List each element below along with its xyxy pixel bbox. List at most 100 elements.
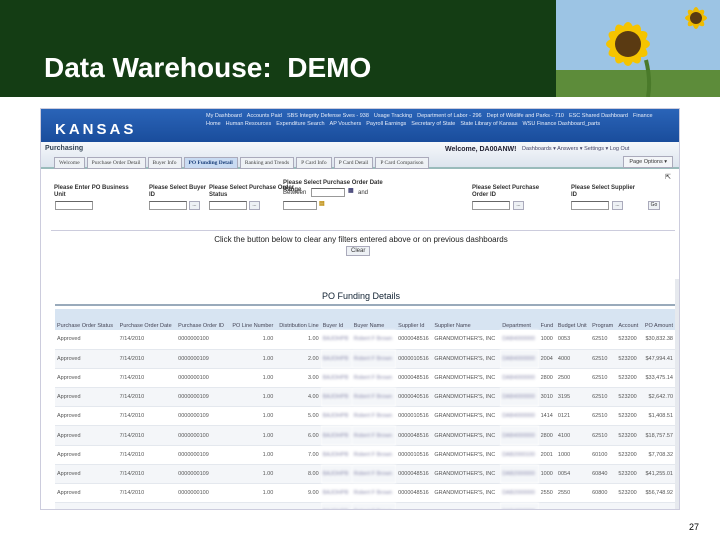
table-row: Approved 7/14/2010 0000000109 1.00 5.00 BAJOH…: [55, 406, 675, 427]
column-header[interactable]: Budget Unit: [555, 309, 591, 330]
dashboard-link[interactable]: Department of Labor - 296: [417, 113, 482, 119]
table-cell: DAB2000000: [500, 483, 539, 504]
po-id-browse-button[interactable]: ...: [513, 201, 524, 210]
slide-title: Data Warehouse: DEMO: [44, 52, 372, 83]
dashboard-link[interactable]: Secretary of State: [411, 121, 455, 127]
tab-p-card-detail[interactable]: P Card Detail: [333, 157, 374, 169]
buyer-browse-button[interactable]: ...: [189, 201, 200, 210]
column-header[interactable]: Program: [590, 309, 617, 330]
table-cell: 0000010516: [396, 502, 433, 509]
status-browse-button[interactable]: ...: [249, 201, 260, 210]
column-header[interactable]: Supplier Name: [432, 309, 501, 330]
dashboard-link[interactable]: My Dashboard: [206, 113, 242, 119]
table-cell: 0000000100: [176, 330, 229, 350]
supplier-browse-button[interactable]: ...: [612, 201, 623, 210]
table-cell: 1000: [555, 502, 591, 509]
column-header[interactable]: PO Amount: [641, 309, 675, 330]
table-cell: 7/14/2010: [117, 483, 177, 504]
table-cell: 0000048516: [396, 483, 433, 504]
table-cell: 1000: [555, 445, 591, 465]
table-cell: 2550: [555, 483, 591, 504]
table-cell: Robert F Brown: [351, 483, 397, 504]
clear-button[interactable]: Clear: [346, 246, 371, 256]
scrollbar[interactable]: [675, 279, 679, 509]
column-header[interactable]: Purchase Order Status: [55, 309, 118, 330]
column-header[interactable]: Supplier Id: [396, 309, 433, 330]
dashboard-link[interactable]: State Library of Kansas: [460, 121, 517, 127]
global-nav[interactable]: Dashboards ▾ Answers ▾ Settings ▾ Log Ou…: [522, 146, 629, 152]
calendar-icon[interactable]: ▤: [319, 201, 325, 208]
dashboard-link[interactable]: AP Vouchers: [330, 121, 362, 127]
column-header[interactable]: Distribution Line: [275, 309, 321, 330]
business-unit-input[interactable]: [55, 201, 93, 210]
table-cell: GRANDMOTHER'S, INC: [432, 330, 501, 350]
tab-po-funding-detail[interactable]: PO Funding Detail: [183, 157, 238, 169]
table-row: Approved 7/14/2010 0000000109 1.00 8.00 BAJOH…: [55, 464, 675, 485]
po-id-input[interactable]: [472, 201, 510, 210]
end-date-input[interactable]: [283, 201, 317, 210]
table-cell: Approved: [55, 349, 118, 369]
table-cell: 0000048516: [396, 368, 433, 389]
tab-p-card-info[interactable]: P Card Info: [296, 157, 332, 169]
table-row: Approved 7/14/2010 0000000109 1.00 7.00 BAJOH…: [55, 445, 675, 465]
page-options-button[interactable]: Page Options ▾: [623, 156, 673, 168]
table-row: Approved 7/14/2010 0000000109 1.00 2.00 BAJOH…: [55, 349, 675, 369]
dashboard-link[interactable]: Payroll Earnings: [366, 121, 406, 127]
start-date-input[interactable]: [311, 188, 345, 197]
table-cell: BAJOHPB: [320, 349, 352, 369]
table-cell: 7/14/2010: [117, 406, 177, 427]
table-cell: 1.00: [275, 330, 321, 350]
table-cell: 0000010516: [396, 445, 433, 465]
collapse-icon[interactable]: ⇱: [665, 173, 671, 181]
table-cell: GRANDMOTHER'S, INC: [432, 349, 501, 369]
table-cell: 7/14/2010: [117, 445, 177, 465]
column-header[interactable]: Buyer Name: [351, 309, 397, 330]
table-cell: Robert F Brown: [351, 425, 397, 446]
dashboard-link[interactable]: Usage Tracking: [374, 113, 412, 119]
table-cell: 62510: [590, 406, 617, 427]
dashboard-link[interactable]: Dept of Wildlife and Parks - 710: [487, 113, 564, 119]
table-cell: BAJOHPB: [320, 425, 352, 446]
dashboard-link[interactable]: WSU Finance Dashboard_parts: [522, 121, 600, 127]
table-cell: Approved: [55, 330, 118, 350]
table-cell: 10.00: [275, 502, 321, 509]
table-cell: 4.00: [275, 387, 321, 408]
dashboard-link[interactable]: Human Resources: [226, 121, 272, 127]
tab-welcome[interactable]: Welcome: [54, 157, 85, 169]
supplier-input[interactable]: [571, 201, 609, 210]
table-cell: 0000000109: [176, 387, 229, 408]
column-header[interactable]: Account: [616, 309, 642, 330]
column-header[interactable]: Purchase Order Date: [117, 309, 177, 330]
calendar-icon[interactable]: ▦: [348, 188, 354, 195]
table-cell: 7/14/2010: [117, 502, 177, 509]
dashboard-link[interactable]: ESC Shared Dashboard: [569, 113, 628, 119]
dashboard-link[interactable]: Expenditure Search: [276, 121, 324, 127]
table-cell: $18,757.57: [641, 425, 675, 446]
table-cell: 2800: [538, 368, 556, 389]
table-cell: $30,832.38: [641, 330, 675, 350]
tab-purchase-order-detail[interactable]: Purchase Order Detail: [86, 157, 146, 169]
dashboard-link[interactable]: Accounts Paid: [247, 113, 282, 119]
dashboard-link[interactable]: SBS Integrity Defense Sves - 938: [287, 113, 369, 119]
table-cell: 523200: [616, 387, 642, 408]
table-cell: 1.00: [228, 445, 276, 465]
table-cell: DAB4000000: [500, 502, 539, 509]
tab-ranking-and-trends[interactable]: Ranking and Trends: [239, 157, 295, 169]
table-cell: Approved: [55, 387, 118, 408]
status-input[interactable]: [209, 201, 247, 210]
table-cell: 1.00: [228, 425, 276, 446]
tab-p-card-comparison[interactable]: P Card Comparison: [375, 157, 429, 169]
column-header[interactable]: Purchase Order ID: [176, 309, 229, 330]
table-cell: 2001: [538, 445, 556, 465]
buyer-input[interactable]: [149, 201, 187, 210]
go-button[interactable]: Go: [648, 201, 660, 210]
column-header[interactable]: Department: [500, 309, 539, 330]
column-header[interactable]: Fund: [538, 309, 556, 330]
table-cell: 0121: [555, 406, 591, 427]
sunflower-image: [556, 0, 720, 97]
table-cell: 7/14/2010: [117, 464, 177, 485]
table-cell: GRANDMOTHER'S, INC: [432, 387, 501, 408]
tab-buyer-info[interactable]: Buyer Info: [147, 157, 182, 169]
column-header[interactable]: Buyer Id: [320, 309, 352, 330]
column-header[interactable]: PO Line Number: [228, 309, 276, 330]
